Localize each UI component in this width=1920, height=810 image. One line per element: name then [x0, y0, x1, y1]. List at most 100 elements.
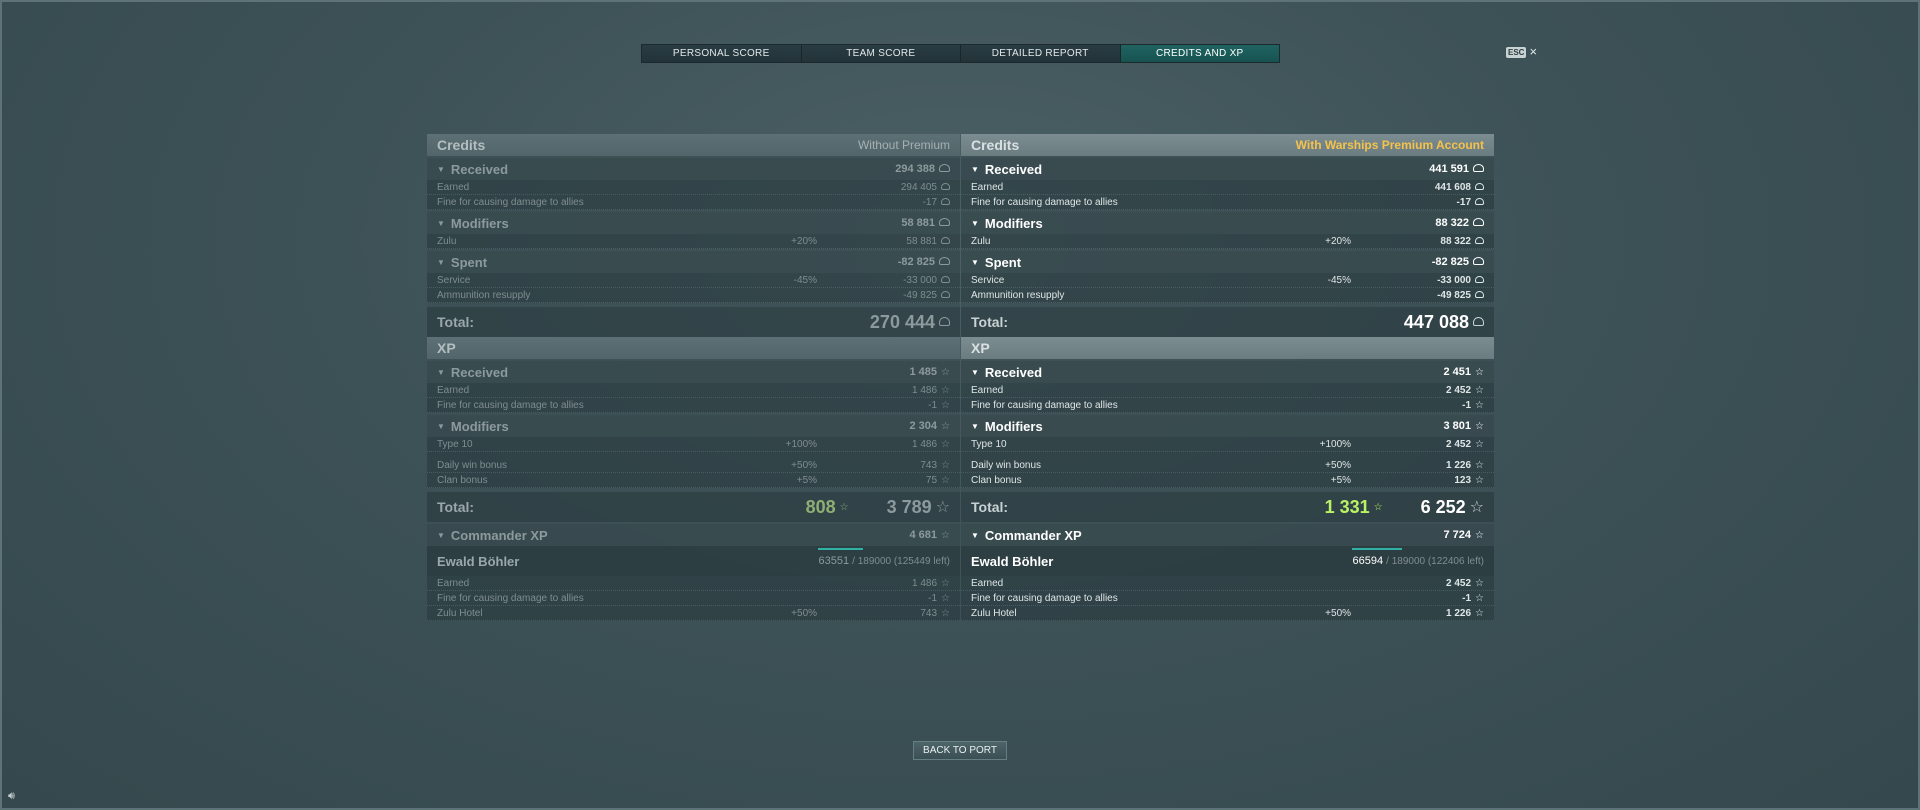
premium-status: Without Premium	[857, 138, 950, 152]
line-item: Zulu Hotel +50% 1 226 ☆	[961, 606, 1494, 621]
credits-received-row[interactable]: ▼ Received 294 388	[427, 158, 960, 180]
commander-xp-rest: / 189000 (122406 left)	[1386, 556, 1484, 567]
line-item: Earned 1 486 ☆	[427, 383, 960, 398]
group-value: 4 681	[909, 529, 938, 541]
caret-down-icon: ▼	[437, 164, 445, 174]
commander-xp-current: 63551	[818, 555, 850, 567]
credits-spent-row[interactable]: ▼ Spent -82 825	[961, 251, 1494, 273]
line-label: Earned	[437, 384, 470, 396]
line-percent: +5%	[796, 474, 818, 486]
line-value: 1 226	[1446, 607, 1472, 619]
credits-received-section: ▼ Received 441 591 Earned 441 608 Fine f…	[961, 156, 1494, 210]
free-xp-value: 808	[805, 496, 836, 517]
credits-icon	[1473, 218, 1484, 226]
xp-title: XP	[971, 340, 990, 356]
line-value: 1 226	[1446, 459, 1472, 471]
credits-icon	[941, 182, 950, 190]
group-value: 2 451	[1443, 366, 1472, 378]
line-percent: -45%	[793, 274, 817, 286]
line-item: Fine for causing damage to allies -17	[427, 195, 960, 210]
line-item: Service -45% -33 000	[427, 273, 960, 288]
credits-title: Credits	[437, 137, 486, 153]
back-to-port-button[interactable]: BACK TO PORT	[913, 741, 1007, 760]
line-item: Fine for causing damage to allies -17	[961, 195, 1494, 210]
commander-name: Ewald Böhler	[437, 553, 520, 569]
line-item: Earned 2 452 ☆	[961, 576, 1494, 591]
tab-team-score[interactable]: TEAM SCORE	[801, 45, 961, 62]
xp-title: XP	[437, 340, 456, 356]
xp-header: XP	[427, 337, 960, 359]
xp-modifiers-section: ▼ Modifiers 3 801 ☆ Type 10 +100% 2 452 …	[961, 413, 1494, 488]
credits-header: Credits Without Premium	[427, 134, 960, 156]
line-item: Earned 294 405	[427, 180, 960, 195]
credits-icon	[1475, 236, 1484, 244]
commander-xp-row[interactable]: ▼ Commander XP 7 724 ☆	[961, 524, 1494, 546]
caret-down-icon: ▼	[437, 530, 445, 540]
speaker-icon[interactable]: 🔊︎	[8, 790, 15, 803]
credits-icon	[1475, 182, 1484, 190]
screen-frame	[0, 0, 1920, 810]
line-value: 1 486	[912, 577, 938, 589]
line-item: Type 10 +100% 2 452 ☆	[961, 437, 1494, 452]
xp-received-row[interactable]: ▼ Received 2 451 ☆	[961, 361, 1494, 383]
group-label: Spent	[450, 254, 488, 270]
credits-modifiers-section: ▼ Modifiers 58 881 Zulu +20% 58 881	[427, 210, 960, 249]
line-value: 743	[920, 459, 938, 471]
total-label: Total:	[971, 314, 1009, 330]
credits-icon	[939, 316, 950, 326]
tab-credits-and-xp[interactable]: CREDITS AND XP	[1120, 45, 1279, 62]
commander-xp-current: 66594	[1352, 555, 1384, 567]
group-value: 441 591	[1429, 163, 1469, 175]
group-value: 3 801	[1443, 420, 1472, 432]
line-item: Zulu +20% 58 881	[427, 234, 960, 249]
credits-title: Credits	[971, 137, 1020, 153]
close-button[interactable]: ESC ×	[1506, 45, 1537, 58]
caret-down-icon: ▼	[437, 421, 445, 431]
group-value: 1 485	[909, 366, 938, 378]
line-item: Earned 441 608	[961, 180, 1494, 195]
line-value: 88 322	[1440, 235, 1471, 247]
group-label: Received	[450, 161, 509, 177]
xp-received-row[interactable]: ▼ Received 1 485 ☆	[427, 361, 960, 383]
line-percent: +20%	[791, 235, 817, 247]
xp-total-row: Total: 1 331 ☆ 6 252 ☆	[961, 488, 1494, 522]
tab-personal-score[interactable]: PERSONAL SCORE	[642, 45, 802, 62]
credits-modifiers-row[interactable]: ▼ Modifiers 58 881	[427, 212, 960, 234]
line-item: Fine for causing damage to allies -1 ☆	[961, 398, 1494, 413]
credits-spent-row[interactable]: ▼ Spent -82 825	[427, 251, 960, 273]
line-item: Daily win bonus +50% 743 ☆	[427, 458, 960, 473]
xp-star-icon: ☆	[941, 420, 950, 432]
tab-detailed-report[interactable]: DETAILED REPORT	[961, 45, 1121, 62]
credits-modifiers-section: ▼ Modifiers 88 322 Zulu +20% 88 322	[961, 210, 1494, 249]
commander-xp-bar	[1352, 548, 1403, 550]
xp-modifiers-row[interactable]: ▼ Modifiers 2 304 ☆	[427, 415, 960, 437]
xp-star-icon: ☆	[1475, 592, 1484, 604]
group-value: -82 825	[897, 256, 935, 268]
line-label: Earned	[971, 181, 1004, 193]
credits-modifiers-row[interactable]: ▼ Modifiers 88 322	[961, 212, 1494, 234]
xp-star-icon: ☆	[941, 592, 950, 604]
line-label: Type 10	[437, 438, 473, 450]
commander-xp-row[interactable]: ▼ Commander XP 4 681 ☆	[427, 524, 960, 546]
group-label: Received	[450, 364, 509, 380]
commander-xp-progress: 63551 / 189000 (125449 left)	[818, 548, 950, 567]
line-percent: +20%	[1325, 235, 1351, 247]
line-value: -1	[928, 399, 938, 411]
credits-icon	[941, 290, 950, 298]
line-value: -1	[1462, 592, 1472, 604]
xp-star-icon: ☆	[935, 499, 950, 516]
caret-down-icon: ▼	[971, 257, 979, 267]
line-value: 2 452	[1446, 438, 1472, 450]
line-item: Fine for causing damage to allies -1 ☆	[427, 591, 960, 606]
credits-icon	[1473, 164, 1484, 172]
line-item: Fine for causing damage to allies -1 ☆	[427, 398, 960, 413]
commander-xp-section: ▼ Commander XP 4 681 ☆ Ewald Böhler 6355…	[427, 522, 960, 621]
group-label: Modifiers	[984, 418, 1043, 434]
credits-received-row[interactable]: ▼ Received 441 591	[961, 158, 1494, 180]
line-label: Earned	[437, 577, 470, 589]
credits-icon	[941, 197, 950, 205]
xp-star-icon: ☆	[941, 366, 950, 378]
credits-icon	[941, 236, 950, 244]
commander-row: Ewald Böhler 63551 / 189000 (125449 left…	[427, 546, 960, 576]
xp-modifiers-row[interactable]: ▼ Modifiers 3 801 ☆	[961, 415, 1494, 437]
